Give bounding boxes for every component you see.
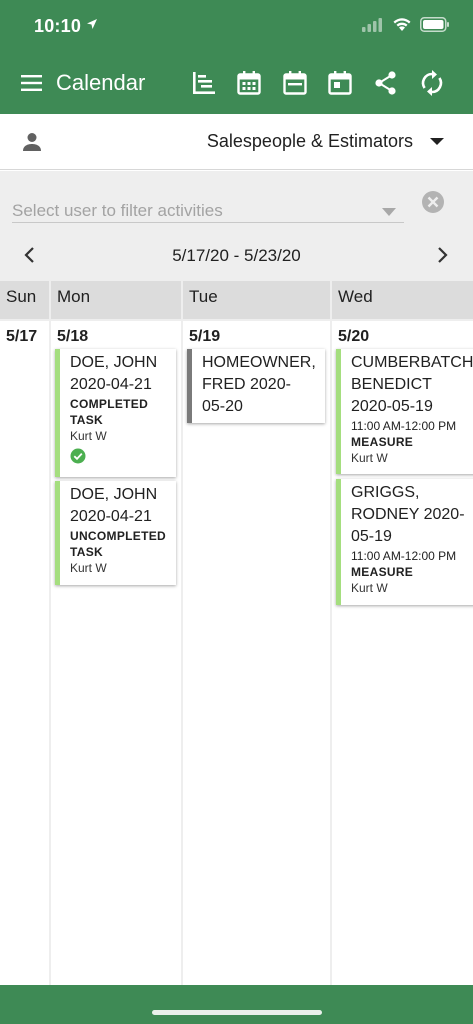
day-column-tue: Tue 5/19 HOMEOWNER, FRED 2020- 05-20	[183, 281, 330, 985]
event-title: HOMEOWNER, FRED 2020- 05-20	[202, 354, 316, 415]
sync-icon[interactable]	[418, 69, 446, 97]
week-navigator: 5/17/20 - 5/23/20	[0, 231, 473, 281]
page-title: Calendar	[56, 70, 146, 95]
day-body[interactable]: 5/17	[0, 321, 49, 985]
day-date: 5/19	[189, 328, 221, 345]
event-card[interactable]: DOE, JOHN 2020-04-21 UNCOMPLETED TASK Ku…	[55, 481, 176, 585]
day-date: 5/20	[338, 328, 370, 345]
location-arrow-icon	[87, 19, 97, 29]
user-filter-dropdown[interactable]: Select user to filter activities	[12, 183, 404, 223]
toolbar: Calendar	[0, 56, 473, 112]
event-user: Kurt W	[351, 581, 388, 595]
day-header: Wed	[332, 281, 473, 319]
day-body[interactable]: 5/18 DOE, JOHN 2020-04-21 COMPLETED TASK…	[51, 321, 181, 985]
menu-icon[interactable]	[20, 71, 44, 95]
home-indicator[interactable]	[152, 1010, 322, 1015]
event-card[interactable]: CUMBERBATCH BENEDICT 2020-05-19 11:00 AM…	[336, 349, 473, 474]
event-user: Kurt W	[70, 561, 107, 575]
event-time: 11:00 AM-12:00 PM	[351, 549, 457, 563]
day-view-icon[interactable]	[326, 69, 354, 97]
status-time: 10:10	[34, 16, 82, 36]
caret-down-icon[interactable]	[429, 137, 445, 146]
day-column-sun: Sun 5/17	[0, 281, 49, 985]
event-type: UNCOMPLETED TASK	[70, 529, 166, 559]
event-user: Kurt W	[70, 429, 107, 443]
event-time: 11:00 AM-12:00 PM	[351, 419, 457, 433]
month-view-icon[interactable]	[235, 69, 263, 97]
check-circle-icon	[70, 448, 86, 464]
filter-area: Select user to filter activities 5/17/20…	[0, 171, 473, 281]
week-view-icon[interactable]	[281, 69, 309, 97]
week-range: 5/17/20 - 5/23/20	[172, 246, 301, 265]
event-title: DOE, JOHN 2020-04-21	[70, 486, 158, 525]
event-title: DOE, JOHN 2020-04-21	[70, 354, 158, 393]
event-type: COMPLETED TASK	[70, 397, 149, 427]
event-user: Kurt W	[351, 451, 388, 465]
day-body[interactable]: 5/19 HOMEOWNER, FRED 2020- 05-20	[183, 321, 330, 985]
person-icon	[23, 133, 41, 151]
day-date: 5/17	[6, 328, 38, 345]
share-icon[interactable]	[372, 69, 400, 97]
battery-icon	[420, 17, 449, 32]
day-header: Tue	[183, 281, 330, 319]
week-calendar: Sun 5/17 Mon 5/18 DOE, JOHN 2020-04-21 C…	[0, 281, 473, 985]
event-card[interactable]: DOE, JOHN 2020-04-21 COMPLETED TASK Kurt…	[55, 349, 176, 477]
event-card[interactable]: HOMEOWNER, FRED 2020- 05-20	[187, 349, 325, 423]
event-type: MEASURE	[351, 565, 414, 579]
event-title: CUMBERBATCH BENEDICT 2020-05-19	[351, 354, 473, 415]
chevron-right-icon[interactable]	[436, 247, 450, 263]
day-header: Sun	[0, 281, 49, 319]
caret-down-icon	[382, 208, 396, 216]
app-bar: 10:10 Calendar	[0, 0, 473, 114]
gantt-view-icon[interactable]	[190, 69, 218, 97]
clear-filter-icon[interactable]	[421, 190, 445, 214]
status-bar: 10:10	[0, 0, 473, 52]
event-type: MEASURE	[351, 435, 414, 449]
day-body[interactable]: 5/20 CUMBERBATCH BENEDICT 2020-05-19 11:…	[332, 321, 473, 985]
cellular-signal-icon	[362, 18, 382, 32]
group-selector-label: Salespeople & Estimators	[206, 131, 413, 151]
user-filter-placeholder: Select user to filter activities	[12, 201, 223, 220]
day-header: Mon	[51, 281, 181, 319]
day-column-wed: Wed 5/20 CUMBERBATCH BENEDICT 2020-05-19…	[332, 281, 473, 985]
day-column-mon: Mon 5/18 DOE, JOHN 2020-04-21 COMPLETED …	[51, 281, 181, 985]
event-card[interactable]: GRIGGS, RODNEY 2020- 05-19 11:00 AM-12:0…	[336, 479, 473, 605]
day-date: 5/18	[57, 328, 89, 345]
event-title: GRIGGS, RODNEY 2020- 05-19	[351, 484, 465, 545]
bottom-bar	[0, 985, 473, 1024]
group-selector[interactable]: Salespeople & Estimators	[0, 114, 473, 170]
wifi-icon	[393, 18, 411, 31]
